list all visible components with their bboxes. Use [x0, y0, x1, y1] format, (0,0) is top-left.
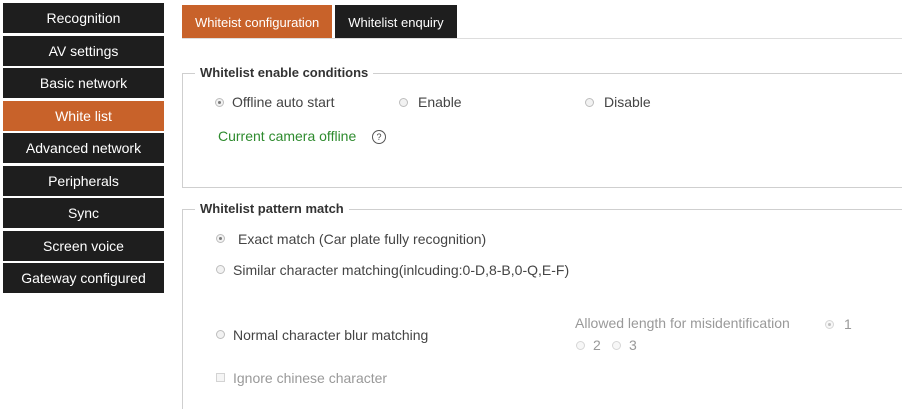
ignore-chinese-label[interactable]: Ignore chinese character [233, 370, 387, 386]
similar-match-label[interactable]: Similar character matching(inlcuding:0-D… [233, 260, 573, 280]
offline-auto-start-radio[interactable] [215, 98, 224, 107]
blur-match-label[interactable]: Normal character blur matching [233, 327, 428, 343]
disable-radio[interactable] [585, 98, 594, 107]
blur-match-radio[interactable] [216, 330, 225, 339]
sidebar: Recognition AV settings Basic network Wh… [3, 3, 164, 296]
sidebar-item-basic-network[interactable]: Basic network [3, 68, 164, 98]
sidebar-item-recognition[interactable]: Recognition [3, 3, 164, 33]
tab-whitelist-enquiry[interactable]: Whitelist enquiry [335, 5, 457, 39]
sidebar-item-sync[interactable]: Sync [3, 198, 164, 228]
enable-conditions-panel: Whitelist enable conditions Offline auto… [182, 65, 902, 188]
sidebar-item-advanced-network[interactable]: Advanced network [3, 133, 164, 163]
sidebar-item-screen-voice[interactable]: Screen voice [3, 230, 164, 261]
camera-status-text: Current camera offline [218, 128, 357, 144]
sidebar-item-av-settings[interactable]: AV settings [3, 35, 164, 66]
ignore-chinese-checkbox[interactable] [216, 373, 225, 382]
pattern-match-legend: Whitelist pattern match [195, 201, 349, 216]
similar-match-radio[interactable] [216, 265, 225, 274]
sidebar-item-gateway-configured[interactable]: Gateway configured [3, 263, 164, 293]
exact-match-label[interactable]: Exact match (Car plate fully recognition… [238, 231, 486, 247]
allowed-length-1-radio[interactable] [825, 320, 834, 329]
allowed-length-3-label: 3 [629, 337, 637, 353]
allowed-length-3-radio[interactable] [612, 341, 621, 350]
allowed-length-label: Allowed length for misidentification [575, 315, 790, 331]
enable-conditions-legend: Whitelist enable conditions [195, 65, 374, 80]
tab-divider [182, 38, 902, 39]
tab-bar: Whiteist configuration Whitelist enquiry [182, 5, 460, 39]
enable-label[interactable]: Enable [418, 94, 462, 110]
sidebar-item-peripherals[interactable]: Peripherals [3, 165, 164, 196]
allowed-length-1-label: 1 [844, 316, 852, 332]
offline-auto-start-label[interactable]: Offline auto start [232, 94, 334, 110]
allowed-length-2-label: 2 [593, 337, 601, 353]
disable-label[interactable]: Disable [604, 94, 651, 110]
pattern-match-panel: Whitelist pattern match Exact match (Car… [182, 201, 902, 409]
exact-match-radio[interactable] [216, 234, 225, 243]
tab-whitelist-configuration[interactable]: Whiteist configuration [182, 5, 333, 39]
enable-radio[interactable] [399, 98, 408, 107]
help-icon[interactable]: ? [372, 130, 386, 144]
allowed-length-2-radio[interactable] [576, 341, 585, 350]
sidebar-item-white-list[interactable]: White list [3, 100, 164, 131]
